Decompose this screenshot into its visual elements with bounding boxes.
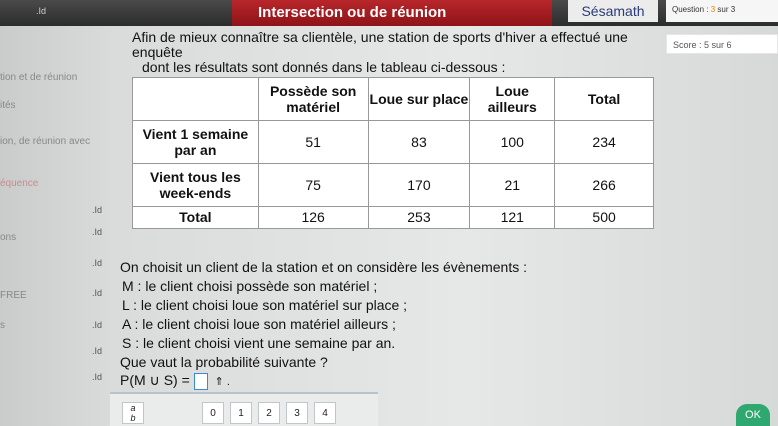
answer-input[interactable]: [193, 372, 208, 390]
question-current: 3: [710, 5, 716, 14]
table-row: Vient 1 semaine par an 51 83 100 234: [132, 119, 654, 164]
fraction-key[interactable]: a b: [122, 402, 144, 424]
table-header-row: Possède son matériel Loue sur place Loue…: [132, 77, 654, 121]
event-line: M : le client choisi possède son matérie…: [122, 278, 378, 294]
tag-label: .Id: [36, 6, 47, 16]
sidebar-item[interactable]: FREE: [0, 290, 27, 301]
table-cell: 500: [554, 205, 654, 230]
table-cell: 234: [554, 119, 654, 164]
table-row: Vient tous les week-ends 75 170 21 266: [132, 162, 654, 207]
tag-icon: .Id: [92, 288, 103, 298]
table-cell: 83: [367, 119, 471, 164]
table-cell: 126: [257, 205, 369, 230]
table-header-cell: Total: [554, 77, 654, 121]
app-window: .Id Intersection ou de réunion Sésamath …: [0, 0, 778, 426]
tag-icon: .Id: [92, 227, 103, 237]
exercise-title: Intersection ou de réunion: [258, 4, 447, 21]
top-bar: .Id Intersection ou de réunion: [0, 0, 778, 26]
probability-formula: P(M ∪ S) =: [120, 372, 190, 388]
tag-icon: .Id: [92, 320, 103, 330]
question-text: Que vaut la probabilité suivante ?: [120, 354, 328, 370]
survey-table: Possède son matériel Loue sur place Loue…: [132, 77, 654, 230]
table-header-cell: Loue sur place: [367, 77, 471, 121]
digit-key[interactable]: 3: [286, 402, 308, 424]
question-counter: Question : 3 sur 3: [666, 0, 778, 22]
digit-key[interactable]: 1: [230, 402, 252, 424]
row-header-cell: Vient tous les week-ends: [132, 162, 259, 207]
table-cell: 21: [469, 162, 556, 207]
answer-row: P(M ∪ S) = ⇑ .: [120, 372, 230, 390]
table-header-cell: Loue ailleurs: [469, 77, 556, 121]
row-header-cell: Vient 1 semaine par an: [132, 119, 259, 164]
tag-icon: .Id: [92, 258, 103, 268]
table-cell: 75: [257, 162, 369, 207]
question-suffix: sur 3: [717, 5, 736, 14]
tag-icon: .Id: [92, 346, 103, 356]
table-cell: 253: [367, 205, 471, 230]
question-label: Question :: [672, 5, 709, 14]
sidebar-item[interactable]: tion et de réunion: [0, 72, 77, 83]
digit-key[interactable]: 4: [314, 402, 336, 424]
table-cell: 121: [469, 205, 556, 230]
event-line: L : le client choisi loue son matériel s…: [122, 297, 408, 313]
sidebar-item[interactable]: ons: [0, 232, 16, 243]
event-line: S : le client choisi vient une semaine p…: [122, 335, 396, 351]
exercise-intro: Afin de mieux connaître sa clientèle, un…: [132, 30, 662, 75]
table-row: Total 126 253 121 500: [132, 205, 654, 230]
intro-line-1: Afin de mieux connaître sa clientèle, un…: [132, 29, 628, 60]
score-display: Score : 5 sur 6: [666, 34, 778, 54]
table-cell: 266: [554, 162, 654, 207]
submit-arrow-icon[interactable]: ⇑ .: [215, 375, 230, 388]
table-cell: 51: [257, 119, 369, 164]
table-cell: 100: [469, 119, 556, 164]
table-cell: 170: [367, 162, 471, 207]
tag-icon: .Id: [92, 205, 103, 215]
row-header-cell: Total: [132, 205, 259, 230]
events-intro: On choisit un client de la station et on…: [120, 259, 528, 275]
sidebar-item[interactable]: ités: [0, 100, 16, 111]
events-block: On choisit un client de la station et on…: [120, 258, 660, 372]
table-header-cell: [132, 77, 259, 121]
sidebar-item[interactable]: s: [0, 320, 5, 331]
tag-icon: .Id: [92, 372, 103, 382]
math-keypad: a b 0 1 2 3 4: [110, 392, 378, 426]
sidebar-item[interactable]: ion, de réunion avec: [0, 136, 90, 147]
ok-button[interactable]: OK: [736, 404, 770, 426]
sidebar-item-active[interactable]: équence: [0, 178, 38, 189]
intro-line-2: dont les résultats sont donnés dans le t…: [142, 59, 506, 75]
digit-key[interactable]: 0: [202, 402, 224, 424]
digit-key[interactable]: 2: [258, 402, 280, 424]
event-line: A : le client choisi loue son matériel a…: [122, 316, 396, 332]
fraction-denominator: b: [130, 413, 136, 423]
table-header-cell: Possède son matériel: [257, 77, 369, 121]
fraction-numerator: a: [130, 403, 136, 413]
sesamath-logo: Sésamath: [568, 0, 658, 22]
